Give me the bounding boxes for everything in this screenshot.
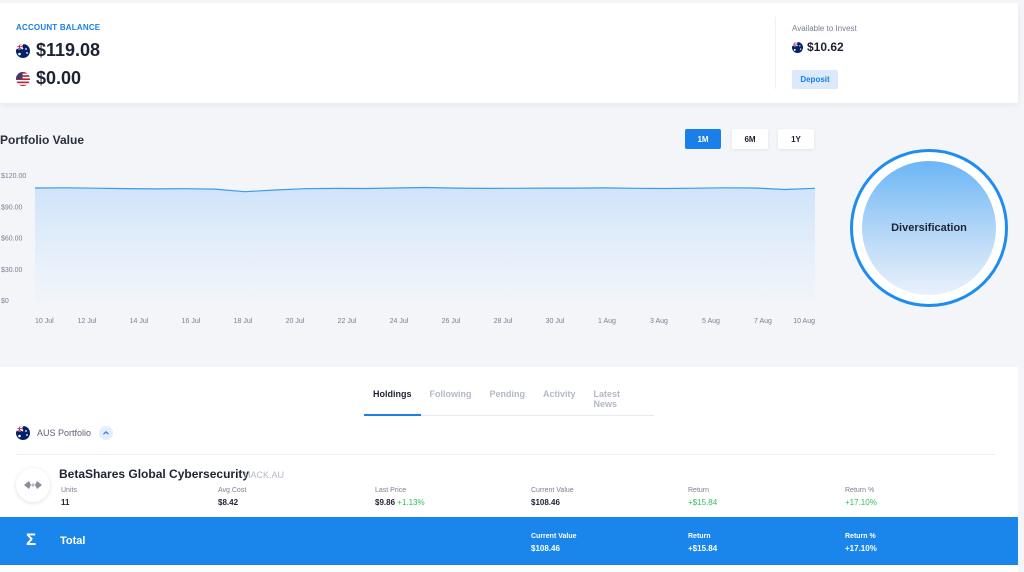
- range-6m-button[interactable]: 6M: [732, 129, 768, 149]
- sigma-icon: Σ: [26, 530, 37, 549]
- total-return-label: Return: [688, 533, 711, 540]
- current-value-label: Current Value: [531, 487, 574, 494]
- current-value-column: Current Value $108.46: [531, 487, 574, 507]
- diversification-button[interactable]: Diversification: [850, 149, 1008, 307]
- current-value-value: $108.46: [531, 498, 560, 507]
- avg-cost-value: $8.42: [218, 498, 239, 507]
- available-to-invest-label: Available to Invest: [792, 24, 857, 33]
- usa-flag-icon: [16, 71, 30, 86]
- last-price-label: Last Price: [375, 487, 407, 494]
- return-pct-label: Return %: [845, 487, 875, 494]
- avg-cost-column: Avg Cost $8.42: [218, 487, 246, 507]
- return-column: Return +$15.84: [688, 487, 717, 507]
- holdings-tabs: Holdings Following Pending Activity Late…: [364, 385, 654, 416]
- total-return-pct-column: Return % +17.10%: [845, 533, 877, 553]
- tab-activity[interactable]: Activity: [543, 385, 576, 415]
- last-price-row: $9.86 +1.13%: [375, 498, 425, 507]
- total-bar: Σ Total Current Value $108.46 Return +$1…: [0, 517, 1018, 565]
- deposit-button[interactable]: Deposit: [792, 70, 838, 89]
- fund-ticker: HACK.AU: [244, 470, 285, 480]
- x-tick-label: 26 Jul: [442, 318, 461, 325]
- divider: [775, 17, 776, 89]
- return-label: Return: [688, 487, 710, 494]
- units-value: 11: [61, 498, 70, 507]
- portfolio-value-chart: $120.00 $90.00 $60.00 $30.00 $0 10 Jul 12 Jul 1…: [1, 173, 815, 325]
- australia-flag-icon: [792, 41, 803, 53]
- x-tick-label: 7 Aug: [754, 318, 772, 325]
- x-tick-label: 3 Aug: [650, 318, 668, 325]
- total-current-value: $108.46: [531, 544, 560, 553]
- x-tick-label: 10 Jul: [35, 318, 54, 325]
- available-to-invest-value: $10.62: [807, 40, 844, 54]
- australia-flag-icon: [16, 426, 30, 440]
- last-price-value: $9.86: [375, 498, 396, 507]
- x-tick-label: 16 Jul: [182, 318, 201, 325]
- x-tick-label: 28 Jul: [494, 318, 513, 325]
- x-tick-label: 12 Jul: [78, 318, 97, 325]
- aud-balance-row: $119.08: [16, 40, 100, 61]
- total-return-pct-label: Return %: [845, 533, 876, 540]
- collapse-button[interactable]: [99, 426, 114, 440]
- total-current-value-label: Current Value: [531, 533, 577, 540]
- x-tick-label: 10 Aug: [793, 318, 815, 325]
- x-tick-label: 20 Jul: [286, 318, 305, 325]
- account-balance-label: ACCOUNT BALANCE: [16, 23, 101, 32]
- divider: [16, 454, 996, 455]
- x-tick-label: 22 Jul: [338, 318, 357, 325]
- units-column: Units 11: [61, 487, 77, 507]
- aus-portfolio-group: AUS Portfolio: [16, 426, 114, 440]
- units-label: Units: [61, 487, 77, 494]
- total-return-column: Return +$15.84: [688, 533, 717, 553]
- range-1m-button[interactable]: 1M: [685, 129, 721, 149]
- x-tick-label: 18 Jul: [234, 318, 253, 325]
- y-tick-label: $90.00: [1, 204, 23, 211]
- cybersecurity-logo-icon: [24, 481, 42, 489]
- x-tick-label: 14 Jul: [130, 318, 149, 325]
- range-1y-button[interactable]: 1Y: [778, 129, 814, 149]
- available-to-invest-row: $10.62: [792, 40, 844, 54]
- return-pct-column: Return % +17.10%: [845, 487, 877, 507]
- total-label: Total: [60, 535, 86, 547]
- y-tick-label: $30.00: [1, 267, 23, 274]
- x-tick-label: 5 Aug: [702, 318, 720, 325]
- chart-area-fill: [35, 187, 815, 301]
- fund-logo: [16, 468, 50, 502]
- aud-balance-value: $119.08: [36, 40, 101, 60]
- usd-balance-value: $0.00: [36, 68, 82, 88]
- tab-latest-news[interactable]: Latest News: [594, 385, 636, 415]
- fund-name[interactable]: BetaShares Global Cybersecurity: [59, 467, 249, 481]
- last-price-column: Last Price $9.86 +1.13%: [375, 487, 425, 507]
- portfolio-value-title: Portfolio Value: [0, 133, 85, 147]
- australia-flag-icon: [16, 43, 30, 58]
- y-tick-label: $0: [1, 298, 9, 305]
- total-current-value-column: Current Value $108.46: [531, 533, 577, 553]
- chevron-up-icon: [103, 430, 109, 435]
- total-return-value: +$15.84: [688, 544, 718, 553]
- tab-following[interactable]: Following: [430, 385, 472, 415]
- avg-cost-label: Avg Cost: [218, 487, 247, 494]
- account-balance-card: ACCOUNT BALANCE $119.08 $0.00 Available …: [0, 3, 1018, 103]
- tab-pending[interactable]: Pending: [490, 385, 526, 415]
- diversification-circle: Diversification: [862, 161, 996, 295]
- diversification-label: Diversification: [891, 222, 967, 234]
- y-tick-label: $120.00: [1, 173, 26, 180]
- x-tick-label: 24 Jul: [390, 318, 409, 325]
- total-return-pct-value: +17.10%: [845, 544, 877, 553]
- return-pct-value: +17.10%: [845, 498, 877, 507]
- return-value: +$15.84: [688, 498, 718, 507]
- x-tick-label: 1 Aug: [598, 318, 616, 325]
- aus-portfolio-label: AUS Portfolio: [37, 428, 92, 438]
- x-tick-label: 30 Jul: [546, 318, 565, 325]
- last-price-change: +1.13%: [397, 498, 425, 507]
- tab-holdings[interactable]: Holdings: [364, 385, 421, 416]
- usd-balance-row: $0.00: [16, 68, 81, 89]
- holdings-panel: Holdings Following Pending Activity Late…: [0, 367, 1018, 572]
- y-tick-label: $60.00: [1, 236, 23, 243]
